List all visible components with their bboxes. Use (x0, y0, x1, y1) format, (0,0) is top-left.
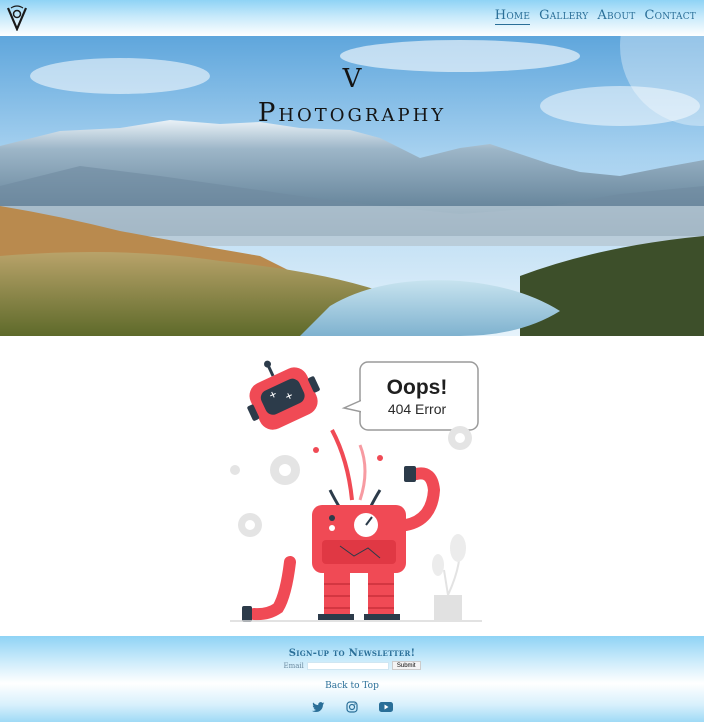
plant-decoration (432, 534, 466, 620)
home-logo-link[interactable] (6, 5, 28, 31)
email-field[interactable] (306, 661, 389, 670)
instagram-icon[interactable] (345, 700, 359, 714)
nav-about-link[interactable]: About (597, 8, 635, 25)
nav-gallery-link[interactable]: Gallery (539, 8, 588, 25)
submit-button[interactable]: Submit (391, 661, 421, 670)
site-footer: Sign-up to Newsletter! Email Submit Back… (0, 636, 704, 722)
nav-contact-link[interactable]: Contact (645, 8, 697, 25)
twitter-icon[interactable] (311, 700, 325, 714)
v-logo-icon (6, 5, 28, 31)
main-nav: Home Gallery About Contact (494, 8, 697, 25)
back-to-top-link[interactable]: Back to Top (0, 681, 704, 691)
newsletter-form: Email Submit (0, 661, 704, 670)
robot-body (242, 466, 441, 622)
error-404-illustration: Oops! 404 Error (220, 350, 490, 630)
robot-head (247, 360, 320, 430)
youtube-icon[interactable] (379, 700, 393, 714)
nav-home-link[interactable]: Home (494, 8, 531, 25)
newsletter-title: Sign-up to Newsletter! (288, 648, 416, 659)
social-links (0, 700, 704, 714)
site-header: Home Gallery About Contact (0, 0, 704, 36)
email-label: Email (283, 661, 304, 670)
bubble-title: Oops! (387, 376, 448, 399)
hero-title: Photography (257, 98, 447, 128)
hero-banner: V Photography (0, 36, 704, 336)
bubble-subtitle: 404 Error (388, 401, 447, 417)
hero-title-initial: V (342, 64, 362, 94)
